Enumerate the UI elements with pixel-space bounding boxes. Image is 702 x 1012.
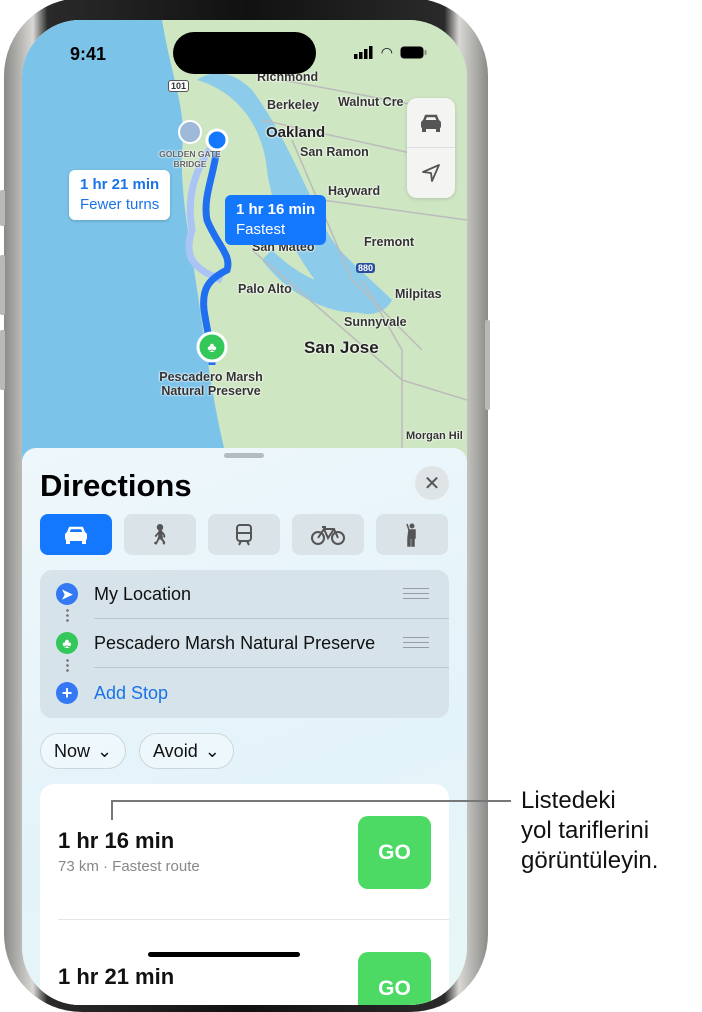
- callout-line-1: Listedeki: [521, 787, 616, 814]
- add-stop-label: Add Stop: [94, 683, 169, 703]
- time-filter-button[interactable]: Now ⌄: [40, 733, 127, 769]
- volume-down-button: [0, 330, 5, 390]
- mode-bike-button[interactable]: [292, 514, 364, 555]
- transit-icon: [236, 523, 252, 545]
- location-arrow-icon[interactable]: [407, 148, 455, 198]
- location-arrow-icon: ➤: [56, 583, 78, 605]
- sheet-grabber[interactable]: [224, 453, 264, 458]
- map-label: San Ramon: [300, 145, 369, 159]
- map-label: Walnut Cre: [338, 95, 404, 109]
- callout-line: [111, 800, 113, 820]
- map-label: Milpitas: [395, 287, 442, 301]
- rideshare-icon: [406, 523, 416, 547]
- highway-shield: 880: [356, 263, 376, 273]
- stops-list: ➤ My Location ♣ Pescadero Marsh Natural …: [40, 570, 449, 718]
- sheet-title: Directions: [40, 468, 192, 503]
- status-icons: ◠: [353, 44, 427, 61]
- chevron-down-icon: ⌄: [204, 740, 220, 761]
- home-indicator[interactable]: [148, 952, 300, 957]
- callout-line: [111, 800, 511, 802]
- add-stop-button[interactable]: + Add Stop: [40, 669, 449, 718]
- divider: [58, 919, 449, 920]
- directions-sheet: Directions ✕ 🚶︎ ➤ My Location ♣ Pescader…: [22, 448, 467, 1005]
- car-icon[interactable]: [407, 98, 455, 148]
- walk-icon: 🚶︎: [147, 524, 173, 546]
- drag-handle-icon[interactable]: [403, 637, 429, 648]
- car-icon: [65, 526, 87, 544]
- divider: [94, 667, 449, 668]
- svg-text:♣: ♣: [207, 339, 216, 355]
- map-label: Fremont: [364, 235, 414, 249]
- callout-line-2: yol tariflerini: [521, 817, 650, 844]
- route-time: 1 hr 16 min: [58, 828, 175, 853]
- close-button[interactable]: ✕: [415, 466, 449, 500]
- route-alt-bubble[interactable]: 1 hr 21 min Fewer turns: [69, 170, 171, 220]
- stop-my-location[interactable]: ➤ My Location: [40, 570, 449, 619]
- map-label: Oakland: [266, 124, 326, 141]
- avoid-filter-button[interactable]: Avoid ⌄: [139, 733, 234, 769]
- callout-text: Listedeki yol tariflerini görüntüleyin.: [521, 786, 658, 876]
- close-icon: ✕: [423, 472, 441, 495]
- drag-handle-icon[interactable]: [403, 588, 429, 599]
- stop-label: My Location: [94, 584, 192, 604]
- map-label: San Jose: [304, 338, 379, 357]
- destination-label: Pescadero Marsh Natural Preserve: [159, 370, 263, 398]
- action-button: [0, 190, 5, 226]
- map-label: Hayward: [328, 184, 381, 198]
- volume-up-button: [0, 255, 5, 315]
- mode-rideshare-button[interactable]: [376, 514, 448, 555]
- filter-label: Avoid: [153, 740, 198, 761]
- plus-icon: +: [56, 682, 78, 704]
- mode-walk-button[interactable]: 🚶︎: [124, 514, 196, 555]
- stop-destination[interactable]: ♣ Pescadero Marsh Natural Preserve: [40, 619, 449, 668]
- route-time: 1 hr 16 min: [236, 201, 316, 218]
- screen: ♣ Richmond Berkeley Walnut Cre Oakland S…: [22, 20, 467, 1005]
- signal-icon: [353, 46, 373, 59]
- route-time: 1 hr 21 min: [80, 176, 160, 193]
- stop-label: Pescadero Marsh Natural Preserve: [94, 633, 376, 653]
- filter-label: Now: [54, 740, 91, 761]
- wifi-icon: ◠: [380, 44, 393, 60]
- tree-icon: ♣: [56, 632, 78, 654]
- go-button[interactable]: GO: [358, 952, 431, 1005]
- route-desc: Fastest: [236, 221, 286, 238]
- route-desc: Fewer turns: [80, 196, 160, 213]
- battery-icon: [400, 46, 427, 59]
- route-detail: 73 km · Fastest route: [58, 858, 200, 875]
- map-label: Palo Alto: [238, 282, 292, 296]
- mode-transit-button[interactable]: [208, 514, 280, 555]
- transport-modes: 🚶︎: [40, 514, 448, 555]
- route-time: 1 hr 21 min: [58, 964, 175, 989]
- chevron-down-icon: ⌄: [97, 740, 113, 761]
- bike-icon: [311, 525, 345, 545]
- side-button: [485, 320, 490, 410]
- map-label: Berkeley: [267, 98, 320, 112]
- callout-line-3: görüntüleyin.: [521, 847, 659, 874]
- map-label: Sunnyvale: [344, 315, 407, 329]
- highway-shield: 101: [168, 80, 190, 92]
- route-fast-bubble[interactable]: 1 hr 16 min Fastest: [225, 195, 327, 245]
- dynamic-island: [173, 32, 316, 74]
- route-list: 1 hr 16 min 73 km · Fastest route GO 1 h…: [40, 784, 449, 1005]
- go-button[interactable]: GO: [358, 816, 431, 889]
- status-time: 9:41: [70, 44, 107, 64]
- map-controls: [407, 98, 455, 198]
- map-label: GOLDEN GATE BRIDGE: [159, 149, 221, 169]
- map[interactable]: ♣ Richmond Berkeley Walnut Cre Oakland S…: [22, 20, 467, 460]
- mode-drive-button[interactable]: [40, 514, 112, 555]
- map-label: Morgan Hil: [406, 430, 463, 442]
